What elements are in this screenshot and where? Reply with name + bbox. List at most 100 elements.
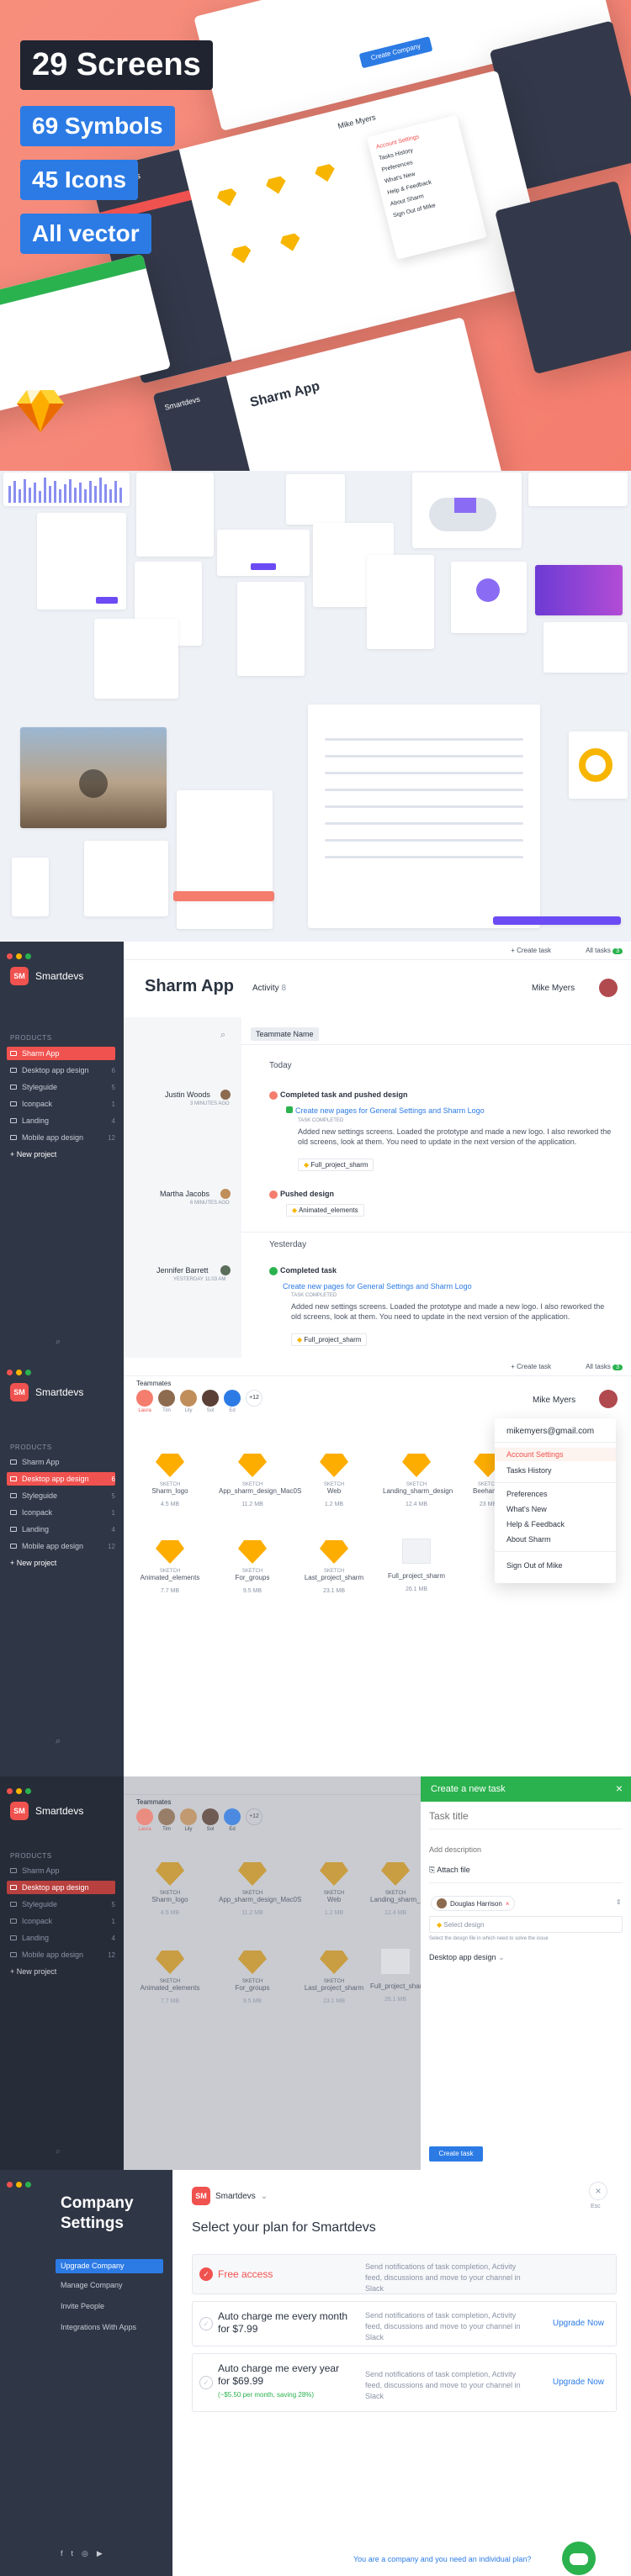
new-project-button[interactable]: + New project: [10, 1965, 115, 1978]
more-teammates[interactable]: +12: [246, 1390, 262, 1407]
sidebar-item-iconpack[interactable]: Iconpack 1: [10, 1506, 115, 1519]
user-avatar[interactable]: [599, 979, 618, 997]
search-icon[interactable]: ⌕: [220, 1030, 225, 1041]
sidebar-item-styleguide[interactable]: Styleguide 5: [10, 1080, 115, 1094]
window-controls[interactable]: [7, 1783, 34, 1798]
teammate[interactable]: Tim: [158, 1808, 175, 1832]
sidebar-item-landing[interactable]: Landing 4: [10, 1931, 115, 1945]
plan-free[interactable]: ✓ Free access Send notifications of task…: [192, 2254, 617, 2294]
task-title-input[interactable]: [429, 1810, 618, 1822]
more-teammates[interactable]: +12: [246, 1808, 262, 1825]
file-tile[interactable]: SKETCH Animated_elements 7.7 MB: [136, 1949, 204, 2004]
sidebar-item-landing[interactable]: Landing 4: [10, 1114, 115, 1127]
chevron-updown-icon[interactable]: ⇕: [616, 1898, 622, 1906]
attach-file-button[interactable]: ⎘ Attach file: [429, 1866, 470, 1875]
org-header[interactable]: SM Smartdevs ⌄: [192, 2187, 268, 2205]
teammate[interactable]: Ed: [224, 1390, 241, 1413]
all-tasks-button[interactable]: All tasks 3: [586, 1363, 623, 1370]
sidebar-item-desktop[interactable]: Desktop app design 6: [7, 1472, 115, 1486]
entry-author[interactable]: Justin Woods: [165, 1090, 210, 1099]
create-task-button[interactable]: + Create task: [511, 947, 551, 954]
tab-activity[interactable]: Activity 8: [252, 984, 286, 993]
teammate[interactable]: Lily: [180, 1808, 197, 1832]
search-icon[interactable]: ⌕: [56, 1337, 61, 1348]
individual-plan-link[interactable]: You are a company and you need an indivi…: [353, 2555, 531, 2563]
select-design-field[interactable]: ◆ Select design: [429, 1916, 623, 1933]
close-icon[interactable]: ×: [589, 2182, 607, 2200]
menu-tasks-history[interactable]: Tasks History: [506, 1466, 552, 1475]
create-task-submit-button[interactable]: Create task: [429, 2146, 483, 2162]
file-tile[interactable]: Full_project_sharm 26.1 MB: [370, 1949, 421, 2003]
user-name[interactable]: Mike Myers: [532, 984, 575, 993]
project-selector[interactable]: Desktop app design ⌄: [429, 1953, 505, 1962]
file-tile[interactable]: Full_project_sharm 26.1 MB: [383, 1539, 450, 1592]
sidebar-item-styleguide[interactable]: Styleguide 5: [10, 1898, 115, 1911]
plan-yearly[interactable]: ✓ Auto charge me every year for $69.99 (…: [192, 2353, 617, 2412]
assignee-chip[interactable]: Douglas Harrison ×: [431, 1896, 516, 1911]
sidebar-item-iconpack[interactable]: Iconpack 1: [10, 1914, 115, 1928]
close-icon[interactable]: ×: [616, 1782, 623, 1795]
sidebar-item-styleguide[interactable]: Styleguide 5: [10, 1489, 115, 1502]
teammate[interactable]: Lily: [180, 1390, 197, 1413]
entry-author[interactable]: Jennifer Barrett: [156, 1266, 209, 1275]
new-project-button[interactable]: + New project: [10, 1148, 115, 1161]
entry-task-link[interactable]: Create new pages for General Settings an…: [283, 1282, 472, 1291]
file-tile[interactable]: SKETCH Sharm_logo 4.5 MB: [136, 1861, 204, 1916]
window-controls[interactable]: [7, 1365, 34, 1380]
user-avatar[interactable]: [599, 1390, 618, 1408]
window-controls[interactable]: [7, 948, 34, 963]
file-tile[interactable]: SKETCHLanding_sharm_design12.4 MB: [370, 1861, 421, 1916]
user-name[interactable]: Mike Myers: [533, 1396, 575, 1405]
menu-about[interactable]: About Sharm: [506, 1535, 551, 1544]
file-tile[interactable]: SKETCH Last_project_sharm 23.1 MB: [300, 1539, 368, 1594]
sidebar-item-iconpack[interactable]: Iconpack 1: [10, 1097, 115, 1111]
all-tasks-button[interactable]: All tasks 3: [586, 947, 623, 954]
file-tile[interactable]: SKETCH Last_project_sharm 23.1 MB: [300, 1949, 368, 2004]
instagram-icon[interactable]: ◎: [82, 2549, 88, 2558]
create-company-button[interactable]: Create Company: [358, 36, 433, 69]
org-switcher[interactable]: SM Smartdevs: [10, 967, 83, 985]
file-tile[interactable]: SKETCH App_sharm_design_Mac0S 11.2 MB: [219, 1861, 301, 1916]
twitter-icon[interactable]: t: [72, 2549, 74, 2558]
menu-whats-new[interactable]: What's New: [506, 1505, 547, 1513]
teammate[interactable]: Sol: [202, 1390, 219, 1413]
file-tile[interactable]: SKETCH Animated_elements 7.7 MB: [136, 1539, 204, 1594]
teammate[interactable]: Sol: [202, 1808, 219, 1832]
entry-task[interactable]: Create new pages for General Settings an…: [286, 1106, 485, 1115]
create-task-button[interactable]: + Create task: [511, 1363, 551, 1370]
sidebar-item-sharm-app[interactable]: Sharm App: [7, 1047, 115, 1060]
file-tile[interactable]: SKETCH Web 1.2 MB: [300, 1452, 368, 1507]
sidebar-item-mobile[interactable]: Mobile app design 12: [10, 1539, 115, 1553]
task-description-input[interactable]: [429, 1845, 618, 1854]
window-controls[interactable]: [7, 2177, 34, 2192]
teammate[interactable]: Tim: [158, 1390, 175, 1413]
file-tile[interactable]: SKETCH For_groups 9.5 MB: [219, 1539, 286, 1594]
upgrade-now-button[interactable]: Upgrade Now: [553, 2319, 604, 2328]
youtube-icon[interactable]: ▶: [97, 2549, 103, 2558]
new-project-button[interactable]: + New project: [10, 1556, 115, 1570]
search-icon[interactable]: ⌕: [56, 1736, 61, 1747]
file-tile[interactable]: SKETCH For_groups 9.5 MB: [219, 1949, 286, 2004]
menu-account-settings[interactable]: Account Settings: [495, 1448, 616, 1461]
menu-sign-out[interactable]: Sign Out of Mike: [506, 1561, 563, 1570]
settings-nav-manage[interactable]: Manage Company: [61, 2281, 123, 2289]
settings-nav-upgrade[interactable]: Upgrade Company: [56, 2259, 163, 2273]
sidebar-item-mobile[interactable]: Mobile app design 12: [10, 1131, 115, 1144]
menu-preferences[interactable]: Preferences: [506, 1490, 548, 1498]
entry-task-link[interactable]: Create new pages for General Settings an…: [295, 1106, 485, 1115]
file-tile[interactable]: SKETCH Sharm_logo 4.5 MB: [136, 1452, 204, 1507]
org-switcher[interactable]: SM Smartdevs: [10, 1802, 83, 1820]
entry-file-chip[interactable]: ◆ Full_project_sharm: [298, 1159, 374, 1171]
remove-icon[interactable]: ×: [506, 1900, 510, 1908]
search-icon[interactable]: ⌕: [56, 2146, 61, 2157]
facebook-icon[interactable]: f: [61, 2549, 63, 2558]
entry-author[interactable]: Martha Jacobs: [160, 1190, 209, 1198]
settings-nav-invite[interactable]: Invite People: [61, 2302, 104, 2310]
settings-nav-integrations[interactable]: Integrations With Apps: [61, 2323, 136, 2331]
sidebar-item-landing[interactable]: Landing 4: [10, 1523, 115, 1536]
entry-task[interactable]: Create new pages for General Settings an…: [283, 1282, 472, 1291]
org-switcher[interactable]: SM Smartdevs: [10, 1383, 83, 1401]
teammate-filter-tag[interactable]: Teammate Name: [251, 1027, 319, 1041]
sidebar-item-mobile[interactable]: Mobile app design 12: [10, 1948, 115, 1961]
teammate[interactable]: Laura: [136, 1390, 153, 1413]
